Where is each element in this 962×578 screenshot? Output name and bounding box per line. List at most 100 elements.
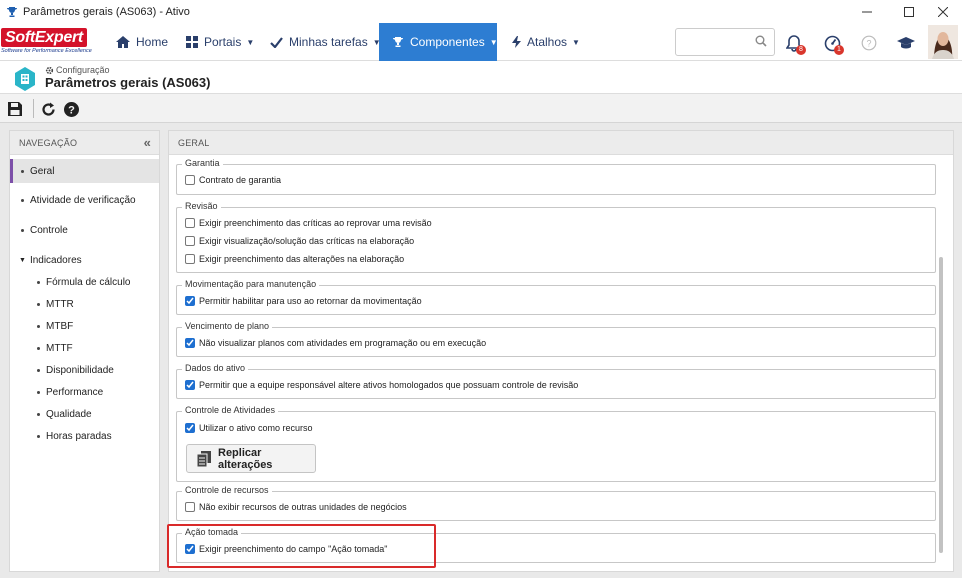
nav-subitem-disponibilidade[interactable]: Disponibilidade [10,360,159,380]
gauge-icon[interactable]: 1 [822,33,844,55]
notifications-badge: 8 [796,45,806,55]
bullet-icon [37,368,40,372]
vertical-scrollbar[interactable] [939,257,943,553]
nav-item-label: Atividade de verificação [30,194,136,206]
option-exigir-alteracoes-elaboracao[interactable]: Exigir preenchimento das alterações na e… [185,254,404,264]
close-icon[interactable] [924,0,962,23]
trophy-icon [392,36,404,48]
section-legend: Controle de Atividades [182,405,279,415]
replicar-alteracoes-label: Replicar alterações [218,446,273,471]
checkbox-label: Exigir preenchimento do campo "Ação toma… [199,544,388,554]
logo-tagline: Software for Performance Excellence [1,48,92,54]
checkbox-label: Permitir habilitar para uso ao retornar … [199,296,422,306]
nav-subitem-mttf[interactable]: MTTF [10,338,159,358]
nav-atalhos-label: Atalhos [527,35,568,49]
nav-subitem-mttr[interactable]: MTTR [10,294,159,314]
section-legend: Vencimento de plano [182,321,273,331]
minimize-icon[interactable] [848,0,886,23]
nav-item-controle[interactable]: Controle [10,219,159,241]
section-dados-do-ativo: Dados do ativo Permitir que a equipe res… [176,363,936,399]
checkbox-label: Não exibir recursos de outras unidades d… [199,502,407,512]
section-legend: Revisão [182,201,221,211]
nav-componentes[interactable]: Componentes ▼ [379,23,498,61]
search-icon[interactable] [755,35,767,50]
nav-minhas-tarefas[interactable]: Minhas tarefas ▼ [262,23,389,61]
nav-item-geral[interactable]: Geral [10,159,159,183]
save-icon[interactable] [5,99,25,119]
checkbox-checked[interactable] [185,338,195,348]
nav-item-atividade-de-verificacao[interactable]: Atividade de verificação [10,189,159,211]
search-input[interactable] [680,29,755,55]
bullet-icon [37,324,40,328]
general-settings-panel: GERAL Garantia Contrato de garantia Revi… [168,130,954,572]
building-hexagon-icon [14,67,36,94]
nav-item-label: Performance [46,386,104,398]
nav-item-label: Qualidade [46,408,92,420]
option-contrato-de-garantia[interactable]: Contrato de garantia [185,175,281,185]
maximize-icon[interactable] [890,0,928,23]
bullet-icon [37,412,40,416]
section-controle-de-atividades: Controle de Atividades Utilizar o ativo … [176,405,936,482]
help-circle-icon[interactable]: ? [859,33,879,53]
option-habilitar-uso-retorno[interactable]: Permitir habilitar para uso ao retornar … [185,296,422,306]
checkbox-checked[interactable] [185,544,195,554]
bullet-icon [37,346,40,350]
nav-portais[interactable]: Portais ▼ [178,23,262,61]
section-movimentacao-manutencao: Movimentação para manutenção Permitir ha… [176,279,936,315]
bell-icon[interactable]: 8 [784,33,806,55]
toolbar-separator [33,99,34,118]
nav-home[interactable]: Home [108,23,176,61]
nav-home-label: Home [136,35,169,49]
option-exigir-criticas-reprovar[interactable]: Exigir preenchimento das críticas ao rep… [185,218,432,228]
checkbox[interactable] [185,502,195,512]
checkbox[interactable] [185,254,195,264]
search-field[interactable] [675,28,775,56]
nav-item-label: Indicadores [29,254,82,266]
nav-item-label: Controle [30,224,68,236]
nav-subitem-mtbf[interactable]: MTBF [10,316,159,336]
caret-down-icon: ▼ [19,256,26,264]
grid-icon [186,36,198,48]
avatar[interactable] [928,25,958,59]
gear-icon [45,66,54,75]
nav-portais-label: Portais [204,35,242,49]
navigation-heading-label: NAVEGAÇÃO [19,138,78,148]
checkbox-checked[interactable] [185,380,195,390]
nav-atalhos[interactable]: Atalhos ▼ [504,23,588,61]
collapse-icon[interactable]: « [144,131,151,155]
checkbox-checked[interactable] [185,423,195,433]
checkbox-checked[interactable] [185,296,195,306]
nav-item-indicadores[interactable]: ▼ Indicadores [10,249,159,271]
alerts-badge: 1 [834,45,844,55]
svg-text:?: ? [866,39,871,49]
graduation-cap-icon[interactable] [896,33,916,53]
checkbox[interactable] [185,218,195,228]
section-legend: Ação tomada [182,527,242,537]
option-ativo-como-recurso[interactable]: Utilizar o ativo como recurso [185,423,313,433]
chevron-down-icon: ▼ [489,37,498,47]
softexpert-logo[interactable]: SoftExpert Software for Performance Exce… [1,28,98,56]
nav-item-label: Disponibilidade [46,364,114,376]
option-exigir-acao-tomada[interactable]: Exigir preenchimento do campo "Ação toma… [185,544,388,554]
nav-subitem-formula-de-calculo[interactable]: Fórmula de cálculo [10,272,159,292]
checkbox-label: Exigir preenchimento das críticas ao rep… [199,218,432,228]
nav-item-label: MTTR [46,298,74,310]
nav-subitem-qualidade[interactable]: Qualidade [10,404,159,424]
option-nao-exibir-recursos[interactable]: Não exibir recursos de outras unidades d… [185,502,407,512]
section-revisao: Revisão Exigir preenchimento das crítica… [176,201,936,273]
option-exigir-visualizacao-criticas[interactable]: Exigir visualização/solução das críticas… [185,236,414,246]
section-legend: Movimentação para manutenção [182,279,320,289]
checkbox[interactable] [185,175,195,185]
refresh-icon[interactable] [38,99,58,119]
option-nao-visualizar-planos[interactable]: Não visualizar planos com atividades em … [185,338,486,348]
replicar-alteracoes-button[interactable]: Replicar alterações [186,444,316,473]
window-title: Parâmetros gerais (AS063) - Ativo [23,5,190,18]
toolbar: ? [0,94,962,123]
bullet-icon [37,390,40,394]
nav-subitem-performance[interactable]: Performance [10,382,159,402]
bullet-icon [37,434,40,438]
nav-subitem-horas-paradas[interactable]: Horas paradas [10,426,159,446]
option-equipe-altere-ativos[interactable]: Permitir que a equipe responsável altere… [185,380,578,390]
help-icon[interactable]: ? [61,99,81,119]
checkbox[interactable] [185,236,195,246]
